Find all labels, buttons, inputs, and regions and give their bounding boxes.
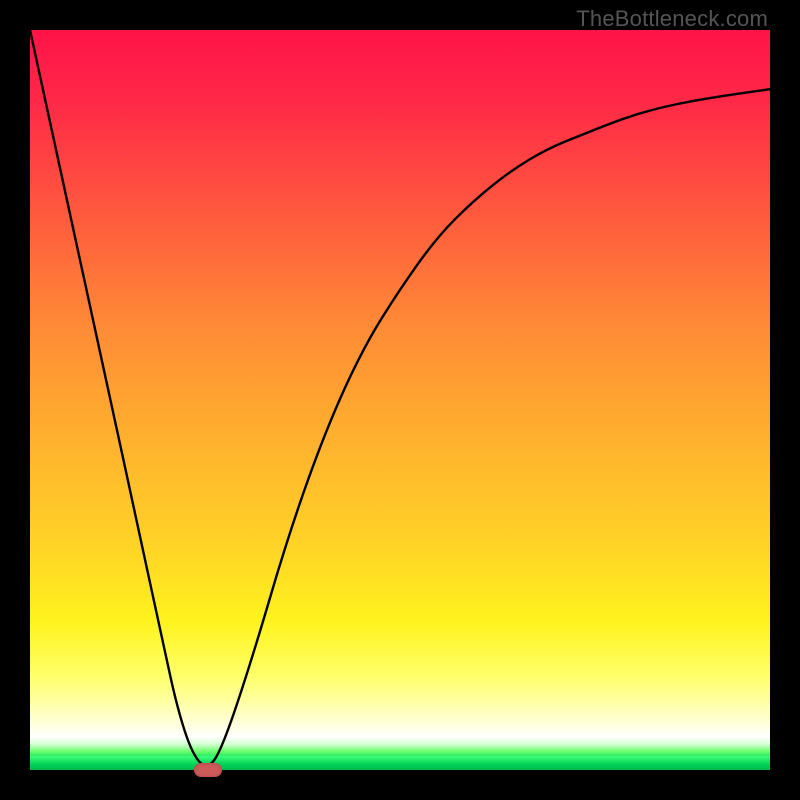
watermark-text: TheBottleneck.com <box>576 6 768 32</box>
chart-frame: TheBottleneck.com <box>0 0 800 800</box>
minimum-marker <box>194 763 222 777</box>
plot-area <box>30 30 770 770</box>
bottleneck-curve <box>30 30 770 766</box>
curve-svg <box>30 30 770 770</box>
